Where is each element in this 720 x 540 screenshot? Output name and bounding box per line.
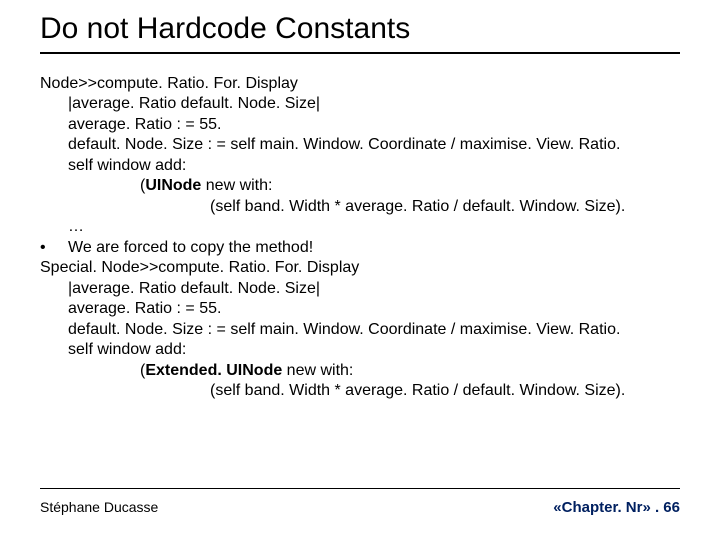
- bullet-mark: •: [40, 238, 68, 258]
- code2-l3: average. Ratio : = 55.: [40, 299, 680, 319]
- code2-l7: (self band. Width * average. Ratio / def…: [40, 381, 680, 401]
- code2-l6-post: new with:: [282, 362, 353, 379]
- code2-l2: |average. Ratio default. Node. Size|: [40, 279, 680, 299]
- title-underline: [40, 52, 680, 54]
- code1-l8: …: [40, 217, 680, 237]
- bullet-text: We are forced to copy the method!: [68, 238, 313, 258]
- footer-rule: [40, 488, 680, 489]
- code2-l1: Special. Node>>compute. Ratio. For. Disp…: [40, 258, 680, 278]
- code1-l4: default. Node. Size : = self main. Windo…: [40, 135, 680, 155]
- code2-l6-bold: Extended. UINode: [145, 362, 282, 379]
- code2-l6: (Extended. UINode new with:: [40, 361, 680, 381]
- bullet-row: • We are forced to copy the method!: [40, 238, 680, 258]
- code1-l1: Node>>compute. Ratio. For. Display: [40, 74, 680, 94]
- code2-l5: self window add:: [40, 340, 680, 360]
- code1-l5: self window add:: [40, 156, 680, 176]
- code1-l2: |average. Ratio default. Node. Size|: [40, 94, 680, 114]
- footer-author: Stéphane Ducasse: [40, 499, 158, 515]
- code1-l7: (self band. Width * average. Ratio / def…: [40, 197, 680, 217]
- code1-l6-bold: UINode: [145, 177, 201, 194]
- code2-l4: default. Node. Size : = self main. Windo…: [40, 320, 680, 340]
- footer: Stéphane Ducasse «Chapter. Nr» . 66: [40, 488, 680, 516]
- code1-l6-post: new with:: [201, 177, 272, 194]
- slide-title: Do not Hardcode Constants: [40, 12, 680, 46]
- title-area: Do not Hardcode Constants: [40, 12, 680, 54]
- slide-body: Node>>compute. Ratio. For. Display |aver…: [40, 74, 680, 402]
- code1-l3: average. Ratio : = 55.: [40, 115, 680, 135]
- footer-pager: «Chapter. Nr» . 66: [553, 499, 680, 516]
- footer-row: Stéphane Ducasse «Chapter. Nr» . 66: [40, 499, 680, 516]
- code1-l6: (UINode new with:: [40, 176, 680, 196]
